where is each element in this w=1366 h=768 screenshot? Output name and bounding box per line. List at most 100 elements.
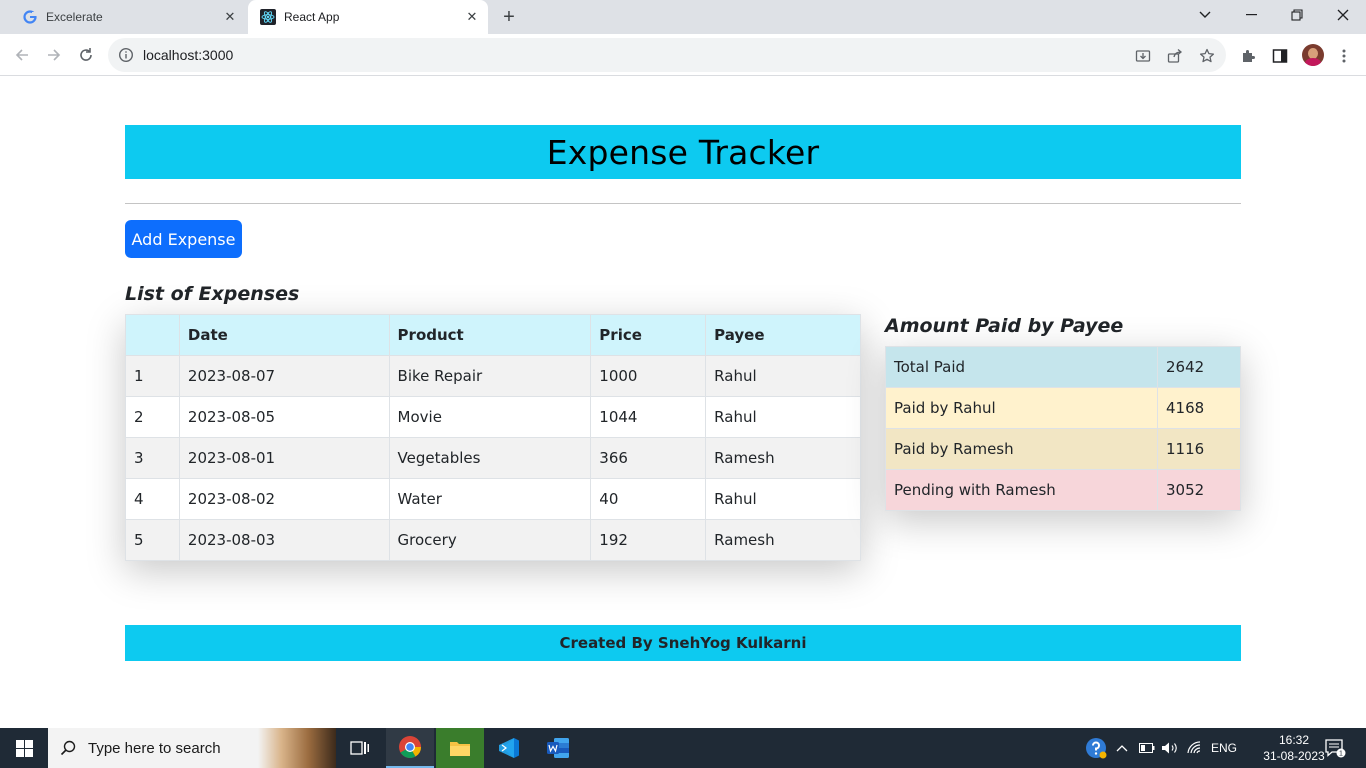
tab-search-chevron-icon[interactable] — [1182, 0, 1228, 30]
tab-excelerate[interactable]: Excelerate ✕ — [8, 0, 246, 34]
row-index-cell: 3 — [125, 437, 180, 479]
summary-value: 1116 — [1157, 428, 1241, 470]
tab-react-app[interactable]: React App ✕ — [248, 0, 488, 34]
google-icon — [22, 9, 38, 25]
expenses-table: Date Product Price Payee 1 2023-08-07 Bi… — [125, 314, 861, 561]
divider — [125, 203, 1241, 204]
profile-avatar[interactable] — [1302, 44, 1324, 66]
product-cell: Bike Repair — [388, 355, 592, 397]
restore-button[interactable] — [1274, 0, 1320, 30]
tab-title: React App — [284, 10, 340, 24]
close-tab-icon[interactable]: ✕ — [462, 7, 482, 27]
payee-summary-table: Total Paid 2642 Paid by Rahul 4168 Paid … — [885, 346, 1241, 511]
share-icon[interactable] — [1166, 47, 1184, 65]
svg-text:1: 1 — [1339, 750, 1343, 757]
browser-toolbar: localhost:3000 — [0, 34, 1366, 76]
system-clock[interactable]: 16:32 31-08-2023 — [1262, 732, 1326, 764]
column-header-index — [125, 314, 180, 356]
notification-icon[interactable]: 1 — [1322, 738, 1348, 758]
expenses-section-title: List of Expenses — [125, 283, 300, 305]
browser-menu-icon[interactable] — [1334, 46, 1354, 66]
volume-icon[interactable] — [1160, 738, 1180, 758]
language-indicator[interactable]: ENG — [1210, 738, 1238, 758]
chrome-taskbar-icon[interactable] — [386, 728, 434, 768]
extensions-puzzle-icon[interactable] — [1238, 46, 1258, 66]
url-text: localhost:3000 — [143, 47, 234, 63]
add-expense-button[interactable]: Add Expense — [125, 220, 242, 258]
minimize-button[interactable] — [1228, 0, 1274, 30]
windows-start-icon[interactable] — [0, 728, 48, 768]
date-cell: 2023-08-03 — [178, 519, 390, 561]
summary-value: 2642 — [1157, 346, 1241, 388]
bookmark-star-icon[interactable] — [1198, 47, 1216, 65]
table-row: 1 2023-08-07 Bike Repair 1000 Rahul — [125, 355, 861, 397]
price-cell: 192 — [590, 519, 707, 561]
date-cell: 2023-08-05 — [178, 396, 390, 438]
product-cell: Vegetables — [388, 437, 592, 479]
forward-arrow-icon[interactable] — [42, 43, 66, 67]
close-window-button[interactable] — [1320, 0, 1366, 30]
help-icon[interactable] — [1084, 738, 1108, 759]
column-header-price: Price — [590, 314, 707, 356]
product-cell: Grocery — [388, 519, 592, 561]
word-taskbar-icon[interactable] — [534, 728, 582, 768]
search-placeholder: Type here to search — [88, 739, 221, 757]
search-icon — [48, 740, 88, 756]
wifi-icon[interactable] — [1186, 738, 1206, 758]
product-cell: Water — [388, 478, 592, 520]
row-index-cell: 4 — [125, 478, 180, 520]
clock-date: 31-08-2023 — [1263, 749, 1325, 763]
task-view-icon[interactable] — [336, 728, 384, 768]
taskbar-search-box[interactable]: Type here to search — [48, 728, 336, 768]
price-cell: 40 — [590, 478, 707, 520]
date-cell: 2023-08-07 — [178, 355, 390, 397]
table-row: 4 2023-08-02 Water 40 Rahul — [125, 478, 861, 520]
footer-credit: Created By SnehYog Kulkarni — [559, 634, 807, 652]
file-explorer-taskbar-icon[interactable] — [436, 728, 484, 768]
payee-cell: Rahul — [705, 478, 861, 520]
price-cell: 1044 — [590, 396, 707, 438]
react-icon — [260, 9, 276, 25]
table-row: 3 2023-08-01 Vegetables 366 Ramesh — [125, 437, 861, 479]
payee-cell: Ramesh — [705, 519, 861, 561]
address-bar[interactable]: localhost:3000 — [108, 38, 1226, 72]
install-app-icon[interactable] — [1134, 47, 1152, 65]
product-cell: Movie — [388, 396, 592, 438]
page-title: Expense Tracker — [546, 132, 820, 172]
payee-cell: Ramesh — [705, 437, 861, 479]
column-header-payee: Payee — [705, 314, 861, 356]
vscode-taskbar-icon[interactable] — [485, 728, 533, 768]
payee-cell: Rahul — [705, 396, 861, 438]
column-header-product: Product — [388, 314, 592, 356]
table-header-row: Date Product Price Payee — [125, 314, 861, 356]
summary-row-paid-by-ramesh: Paid by Ramesh 1116 — [885, 428, 1241, 470]
search-highlight-image — [258, 728, 336, 768]
row-index-cell: 1 — [125, 355, 180, 397]
summary-row-pending-with-ramesh: Pending with Ramesh 3052 — [885, 469, 1241, 511]
date-cell: 2023-08-01 — [178, 437, 390, 479]
payee-cell: Rahul — [705, 355, 861, 397]
summary-value: 4168 — [1157, 387, 1241, 429]
table-row: 5 2023-08-03 Grocery 192 Ramesh — [125, 519, 861, 561]
reload-icon[interactable] — [74, 43, 98, 67]
app-footer: Created By SnehYog Kulkarni — [125, 625, 1241, 661]
table-row: 2 2023-08-05 Movie 1044 Rahul — [125, 396, 861, 438]
windows-taskbar: Type here to search ENG 16:32 31-08-2023… — [0, 728, 1366, 768]
close-tab-icon[interactable]: ✕ — [220, 7, 240, 27]
tab-title: Excelerate — [46, 10, 103, 24]
summary-row-total-paid: Total Paid 2642 — [885, 346, 1241, 388]
site-info-icon[interactable] — [118, 47, 134, 63]
battery-icon[interactable] — [1138, 738, 1156, 758]
new-tab-button[interactable]: + — [498, 6, 520, 28]
summary-label: Pending with Ramesh — [885, 469, 1158, 511]
summary-row-paid-by-rahul: Paid by Rahul 4168 — [885, 387, 1241, 429]
summary-label: Total Paid — [885, 346, 1158, 388]
back-arrow-icon[interactable] — [10, 43, 34, 67]
side-panel-icon[interactable] — [1270, 46, 1290, 66]
price-cell: 366 — [590, 437, 707, 479]
summary-value: 3052 — [1157, 469, 1241, 511]
browser-tab-bar: Excelerate ✕ React App ✕ + — [0, 0, 1366, 34]
chevron-up-icon[interactable] — [1114, 738, 1130, 758]
column-header-date: Date — [178, 314, 390, 356]
row-index-cell: 2 — [125, 396, 180, 438]
